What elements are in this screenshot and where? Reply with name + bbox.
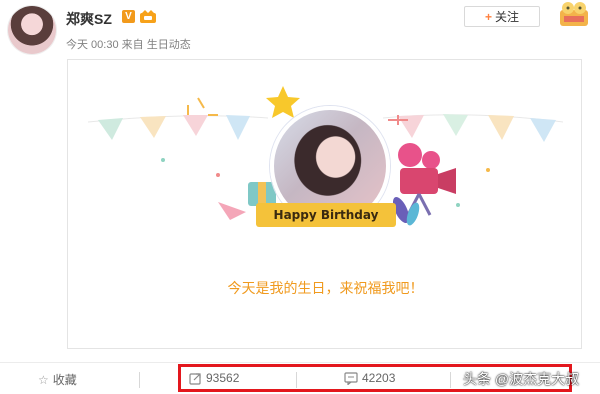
happy-birthday-ribbon: Happy Birthday <box>256 203 396 227</box>
verified-badge-icon: V <box>122 10 135 23</box>
bunting-flag <box>98 118 123 140</box>
favorite-button[interactable]: ☆ 收藏 <box>38 371 77 388</box>
bunting-flag <box>398 115 424 138</box>
post-meta: 今天 00:30 来自 生日动态 <box>66 39 191 51</box>
action-divider <box>139 372 140 388</box>
birthday-card[interactable]: Happy Birthday 今天是我的生日，来祝福我吧！ <box>67 59 582 349</box>
bunting-flag <box>226 115 250 140</box>
follow-button[interactable]: + 关注 <box>464 6 540 27</box>
user-name[interactable]: 郑爽SZ <box>66 9 112 29</box>
favorite-label: 收藏 <box>52 373 77 387</box>
member-crown-icon <box>140 10 156 23</box>
bunting-flag <box>443 114 468 136</box>
sparkle-icon <box>187 97 218 116</box>
character-sticker-icon <box>560 2 588 26</box>
watermark: 头条 @波杰克大叔 <box>463 371 580 387</box>
film-camera-icon <box>398 143 456 216</box>
bunting-flag <box>530 118 556 142</box>
user-avatar[interactable] <box>8 6 56 54</box>
plus-icon: + <box>484 10 492 24</box>
birthday-caption: 今天是我的生日，来祝福我吧！ <box>227 280 424 296</box>
star-outline-icon: ☆ <box>38 373 49 387</box>
bunting-flag <box>140 116 166 138</box>
bunting-flag <box>183 115 208 136</box>
follow-label: 关注 <box>495 10 520 24</box>
star-icon <box>266 86 300 118</box>
footer-divider <box>0 362 600 363</box>
bunting-flag <box>488 115 514 140</box>
